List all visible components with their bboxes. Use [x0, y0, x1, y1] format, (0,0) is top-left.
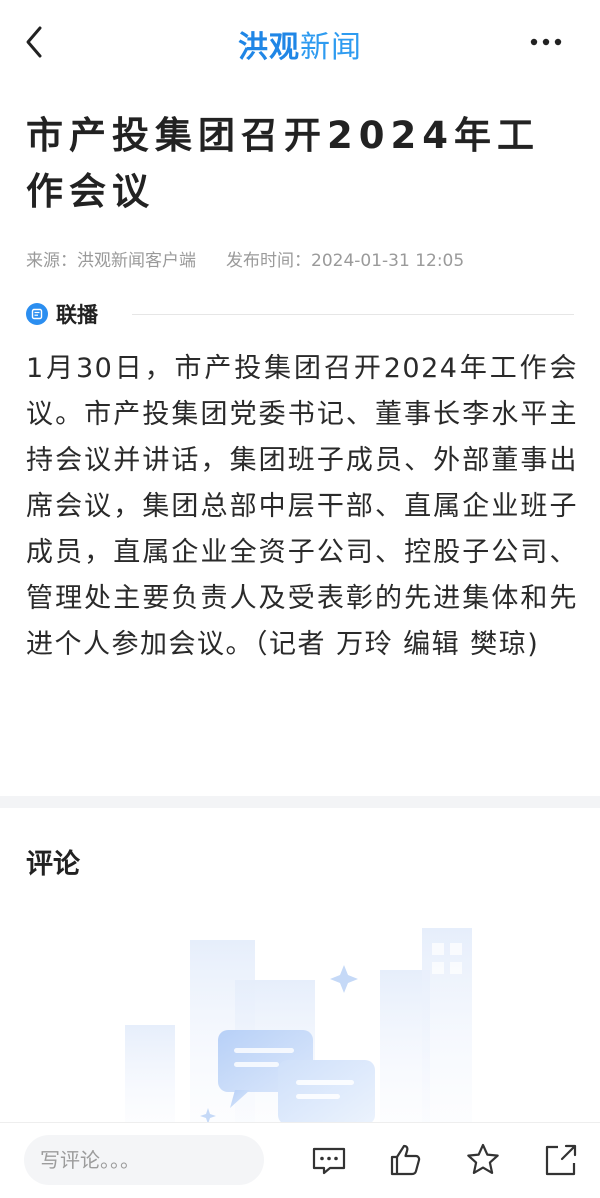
comment-icon[interactable]: [310, 1141, 348, 1179]
comments-title: 评论: [26, 849, 80, 880]
top-bar: 洪观新闻: [0, 0, 600, 84]
broadcast-icon: [26, 303, 48, 325]
section-divider: [132, 314, 574, 315]
app-logo: 洪观新闻: [0, 22, 600, 66]
share-icon[interactable]: [542, 1141, 580, 1179]
section-label: 联播: [26, 298, 98, 330]
star-icon[interactable]: [464, 1141, 502, 1179]
article-title: 市产投集团召开2024年工作会议: [26, 114, 540, 213]
logo-sub: 新闻: [300, 30, 362, 65]
empty-comments-illustration: [110, 910, 490, 1125]
article-source: 来源：洪观新闻客户端: [26, 251, 196, 271]
article-publish-time: 发布时间：2024-01-31 12:05: [226, 251, 465, 271]
bottom-bar: [0, 1122, 600, 1198]
article-meta: 来源：洪观新闻客户端 发布时间：2024-01-31 12:05: [26, 246, 464, 271]
section-label-text: 联播: [56, 303, 98, 327]
article-body: 1月30日，市产投集团召开2024年工作会议。市产投集团党委书记、董事长李水平主…: [26, 353, 578, 660]
more-icon[interactable]: [526, 22, 566, 62]
section-separator: [0, 796, 600, 808]
comment-input[interactable]: [24, 1135, 264, 1185]
thumbs-up-icon[interactable]: [386, 1141, 424, 1179]
logo-main: 洪观: [238, 30, 300, 65]
